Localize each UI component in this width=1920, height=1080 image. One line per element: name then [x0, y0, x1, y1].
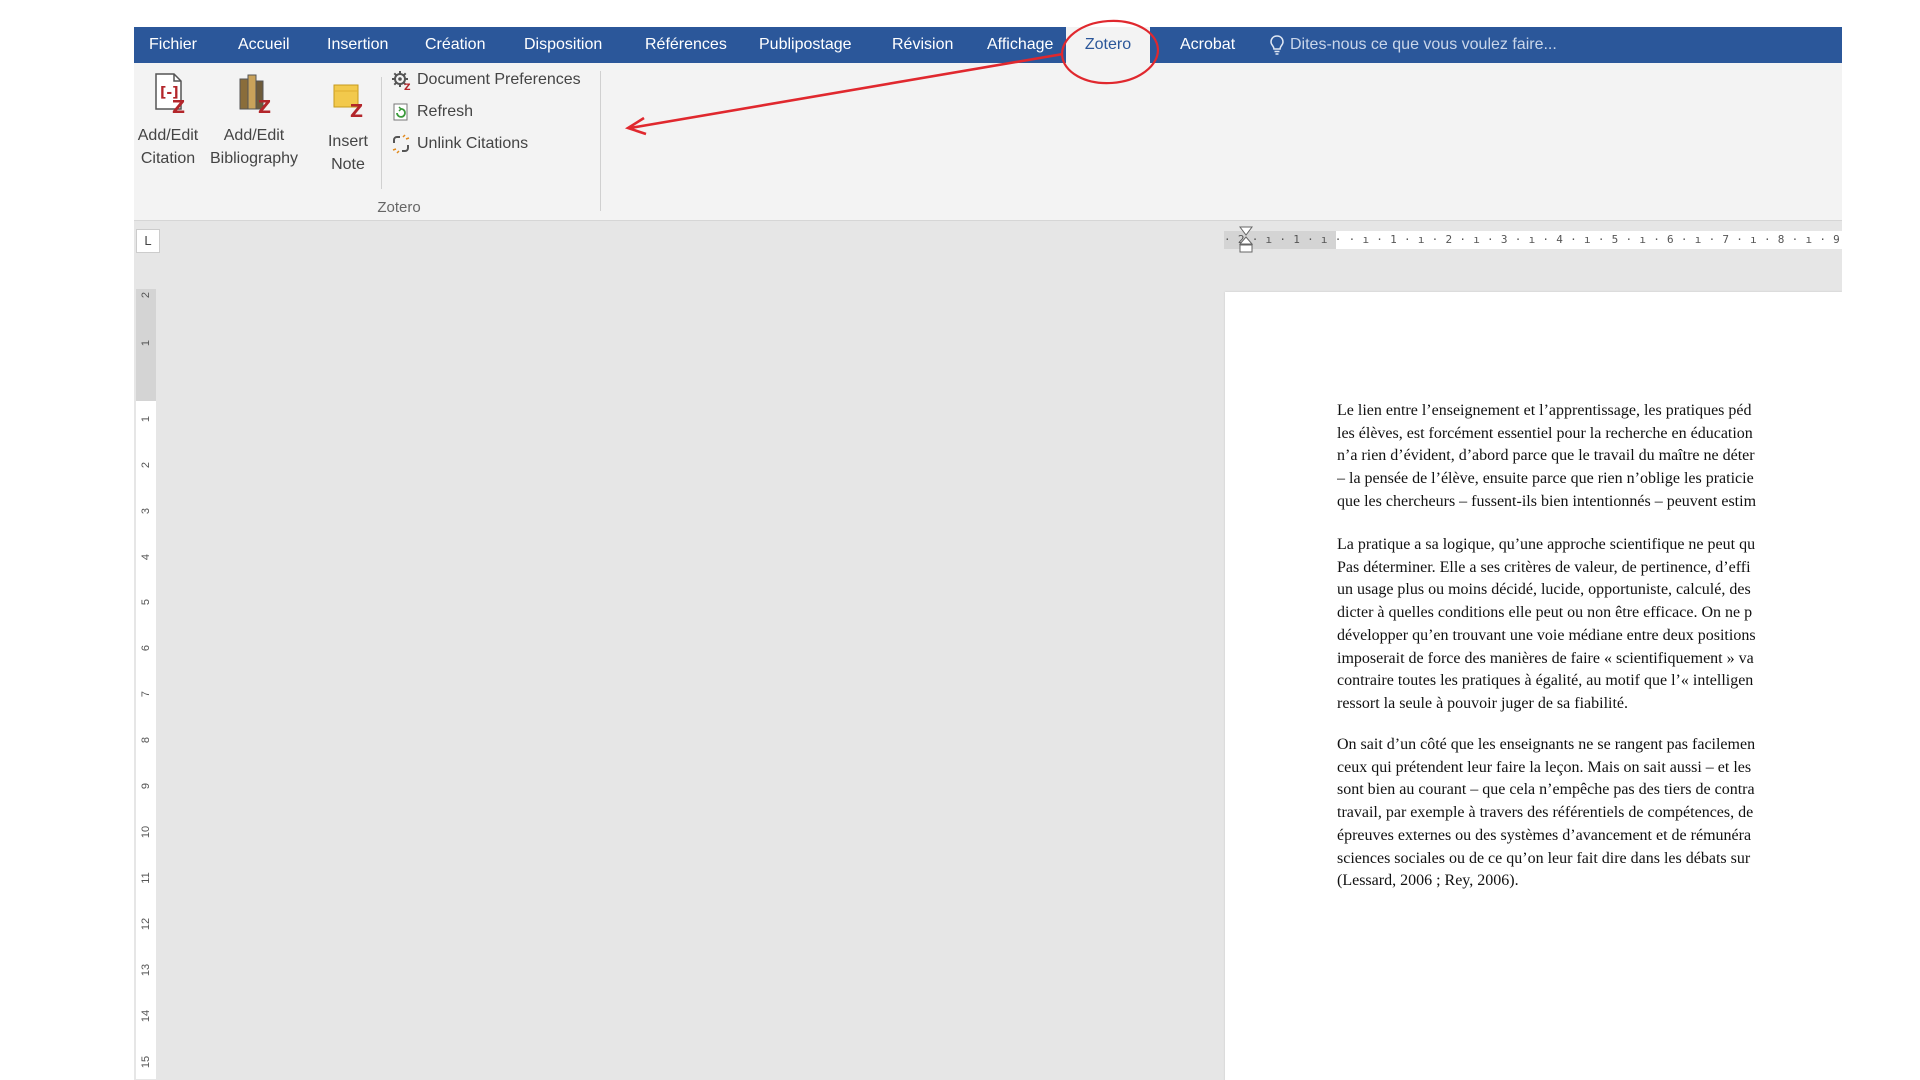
add-edit-bibliography-label-1: Add/Edit [223, 127, 285, 144]
vruler-tick: 5 [140, 598, 152, 606]
bibliography-icon: Z [239, 74, 271, 118]
unlink-citations-label: Unlink Citations [417, 135, 529, 152]
text-line: travail, par exemple à travers des référ… [1337, 804, 1754, 822]
unlink-citations-button[interactable]: Unlink Citations [391, 132, 528, 156]
vruler-tick: 15 [140, 1055, 152, 1069]
text-line: développer qu’en trouvant une voie média… [1337, 626, 1756, 644]
ribbon-zotero-panel: [-] Z Add/Edit Citation Z Add/Edit Bibli… [134, 63, 1842, 221]
refresh-button[interactable]: Refresh [391, 100, 473, 124]
text-line: – la pensée de l’élève, ensuite parce qu… [1337, 470, 1754, 488]
text-line: un usage plus ou moins décidé, lucide, o… [1337, 581, 1751, 599]
text-line: les élèves, est forcément essentiel pour… [1337, 424, 1753, 442]
text-line: sciences sociales ou de ce qu’on leur fa… [1337, 849, 1751, 867]
vruler-tick: 7 [140, 690, 152, 698]
paragraph-2[interactable]: La pratique a sa logique, qu’une approch… [1337, 534, 1842, 716]
vruler-tick: 1 [140, 339, 152, 347]
vruler-tick: 11 [140, 872, 152, 884]
indent-marker-icon[interactable] [1239, 226, 1253, 254]
add-edit-citation-label-1: Add/Edit [137, 127, 199, 144]
vruler-tick: 13 [140, 963, 152, 977]
zotero-group-label: Zotero [377, 199, 421, 216]
add-edit-bibliography-label-2: Bibliography [209, 150, 299, 167]
tab-creation[interactable]: Création [425, 27, 485, 63]
tab-acrobat[interactable]: Acrobat [1180, 27, 1235, 63]
document-preferences-button[interactable]: Z Document Preferences [391, 68, 581, 92]
document-preferences-label: Document Preferences [417, 71, 581, 88]
text-line: contraire toutes les pratiques à égalité… [1337, 672, 1754, 690]
text-line: Pas déterminer. Elle a ses critères de v… [1337, 558, 1751, 576]
text-line: épreuves externes ou des systèmes d’avan… [1337, 826, 1752, 844]
svg-text:Z: Z [172, 97, 185, 115]
text-line: ressort la seule à pouvoir juger de sa f… [1337, 694, 1629, 712]
refresh-label: Refresh [417, 103, 474, 120]
text-line: On sait d’un côté que les enseignants ne… [1337, 736, 1756, 753]
svg-text:Z: Z [258, 97, 271, 115]
citation-icon: [-] Z [155, 73, 185, 118]
group-separator [381, 77, 382, 189]
insert-note-label-2: Note [331, 156, 365, 173]
tab-insertion[interactable]: Insertion [327, 27, 388, 63]
text-line: n’a rien d’évident, d’abord parce que le… [1337, 447, 1755, 465]
gear-icon: Z [392, 71, 411, 90]
text-line: imposerait de force des manières de fair… [1337, 649, 1754, 667]
horizontal-ruler[interactable]: · 2 · ı · 1 · ı · · ı · 1 · ı · 2 · ı · … [1224, 231, 1842, 249]
add-edit-citation-label-2: Citation [140, 150, 196, 167]
vruler-tick: 2 [140, 291, 152, 299]
tell-me-placeholder: Dites-nous ce que vous voulez faire... [1290, 36, 1557, 53]
document-page[interactable]: Le lien entre l’enseignement et l’appren… [1225, 292, 1842, 1080]
tab-disposition[interactable]: Disposition [524, 27, 602, 63]
text-line: (Lessard, 2006 ; Rey, 2006). [1337, 872, 1519, 890]
tab-affichage[interactable]: Affichage [987, 27, 1053, 63]
vertical-ruler[interactable]: 2 1 1 2 3 4 5 6 7 8 9 10 11 12 13 14 15 [136, 289, 156, 1079]
vruler-tick: 10 [140, 825, 152, 839]
group-separator [600, 71, 601, 211]
refresh-icon [393, 103, 408, 121]
ribbon-tab-bar: Fichier Accueil Insertion Création Dispo… [134, 27, 1842, 63]
text-line: Le lien entre l’enseignement et l’appren… [1337, 402, 1752, 419]
word-window: Fichier Accueil Insertion Création Dispo… [134, 27, 1842, 1080]
vruler-tick: 1 [140, 415, 152, 423]
vruler-tick: 14 [140, 1009, 152, 1023]
tell-me-box[interactable]: Dites-nous ce que vous voulez faire... [1270, 27, 1557, 63]
text-line: dicter à quelles conditions elle peut ou… [1337, 604, 1753, 622]
tab-zotero[interactable]: Zotero [1066, 27, 1150, 63]
tab-revision[interactable]: Révision [892, 27, 953, 63]
vruler-tick: 12 [140, 917, 152, 931]
insert-note-button[interactable]: Z Insert Note [320, 77, 376, 176]
vruler-tick: 4 [140, 553, 152, 561]
vruler-tick: 6 [140, 644, 152, 652]
vruler-tick: 3 [140, 507, 152, 515]
vruler-tick: 8 [140, 736, 152, 744]
add-edit-citation-button[interactable]: [-] Z Add/Edit Citation [136, 71, 200, 170]
vruler-tick: 9 [140, 782, 152, 790]
horizontal-ruler-ticks: · 2 · ı · 1 · ı · · ı · 1 · ı · 2 · ı · … [1224, 233, 1842, 246]
insert-note-label-1: Insert [327, 133, 368, 150]
text-line: ceux qui prétendent leur faire la leçon.… [1337, 758, 1752, 776]
svg-text:Z: Z [350, 101, 363, 121]
text-line: sont bien au courant – que cela n’empêch… [1337, 781, 1755, 799]
tab-publipostage[interactable]: Publipostage [759, 27, 852, 63]
document-workspace: L · 2 · ı · 1 · ı · · ı · 1 · ı · 2 · ı … [134, 221, 1842, 1080]
add-edit-bibliography-button[interactable]: Z Add/Edit Bibliography [204, 71, 304, 170]
paragraph-1[interactable]: Le lien entre l’enseignement et l’appren… [1337, 400, 1842, 514]
lightbulb-icon [1270, 35, 1284, 55]
paragraph-3[interactable]: On sait d’un côté que les enseignants ne… [1337, 734, 1842, 893]
tab-accueil[interactable]: Accueil [238, 27, 290, 63]
tab-fichier[interactable]: Fichier [149, 27, 197, 63]
text-line: que les chercheurs – fussent-ils bien in… [1337, 492, 1757, 510]
tab-selector[interactable]: L [136, 229, 160, 253]
note-icon: Z [333, 84, 363, 122]
tab-references[interactable]: Références [645, 27, 727, 63]
svg-text:Z: Z [404, 83, 411, 90]
unlink-icon [392, 134, 410, 154]
vruler-tick: 2 [140, 461, 152, 469]
text-line: La pratique a sa logique, qu’une approch… [1337, 536, 1756, 553]
